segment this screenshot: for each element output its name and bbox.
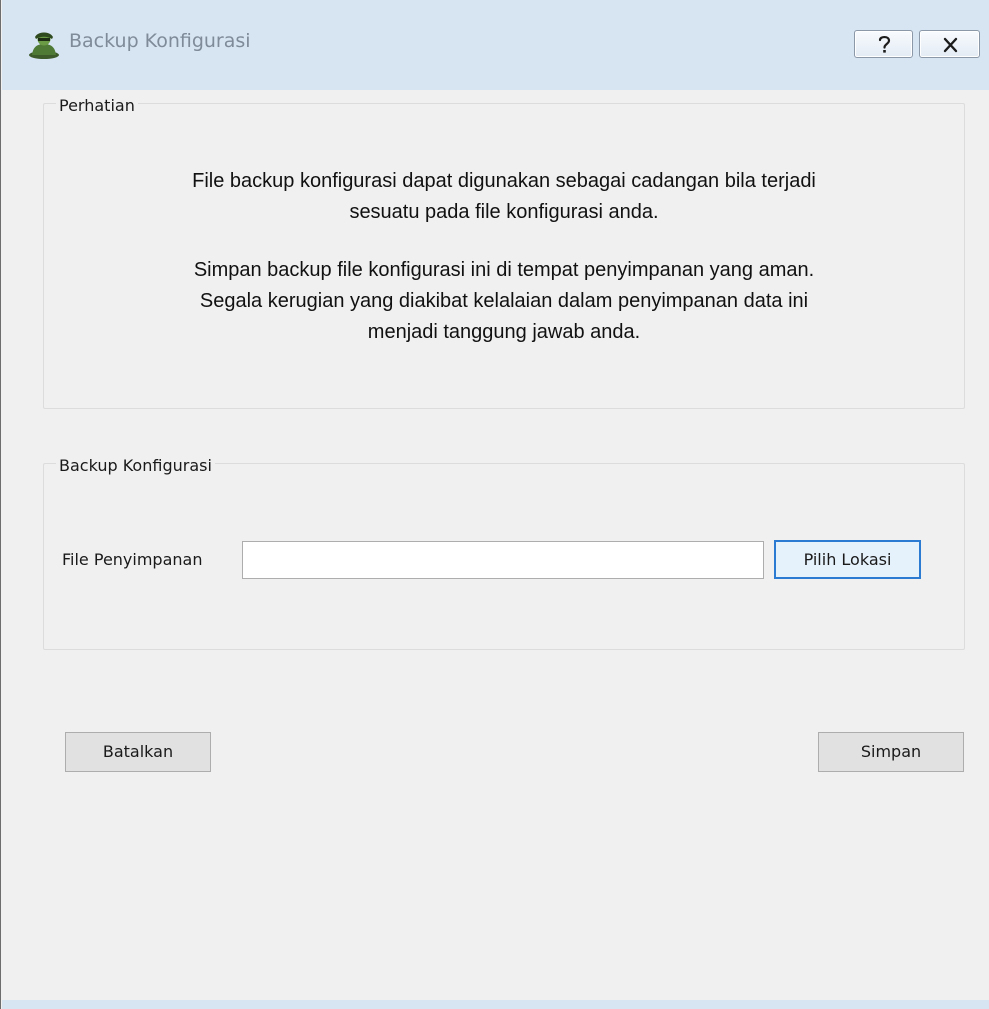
notice-line: Simpan backup file konfigurasi ini di te… [193, 259, 815, 281]
window-title: Backup Konfigurasi [69, 30, 251, 52]
title-bar[interactable]: Backup Konfigurasi [2, 0, 989, 90]
close-button[interactable] [919, 30, 980, 58]
backup-config-dialog: Backup Konfigurasi Perhatian File backup… [0, 0, 989, 1009]
notice-paragraph-1: File backup konfigurasi dapat digunakan … [45, 166, 963, 228]
save-button[interactable]: Simpan [818, 732, 964, 772]
backup-group-title: Backup Konfigurasi [56, 456, 215, 476]
close-x-icon [943, 37, 958, 53]
notice-line: sesuatu pada file konfigurasi anda. [349, 201, 659, 223]
notice-line: menjadi tanggung jawab anda. [367, 321, 641, 343]
notice-paragraph-2: Simpan backup file konfigurasi ini di te… [45, 255, 963, 348]
file-location-input[interactable] [242, 541, 764, 579]
cancel-button[interactable]: Batalkan [65, 732, 211, 772]
notice-line: Segala kerugian yang diakibat kelalaian … [199, 290, 809, 312]
notice-group-title: Perhatian [56, 96, 138, 116]
file-location-label: File Penyimpanan [62, 550, 203, 569]
user-icon [29, 32, 59, 59]
choose-location-button[interactable]: Pilih Lokasi [774, 540, 921, 579]
question-mark-icon [878, 35, 891, 53]
help-button[interactable] [854, 30, 913, 58]
window-bottom-border [2, 1000, 989, 1009]
notice-line: File backup konfigurasi dapat digunakan … [192, 170, 816, 192]
